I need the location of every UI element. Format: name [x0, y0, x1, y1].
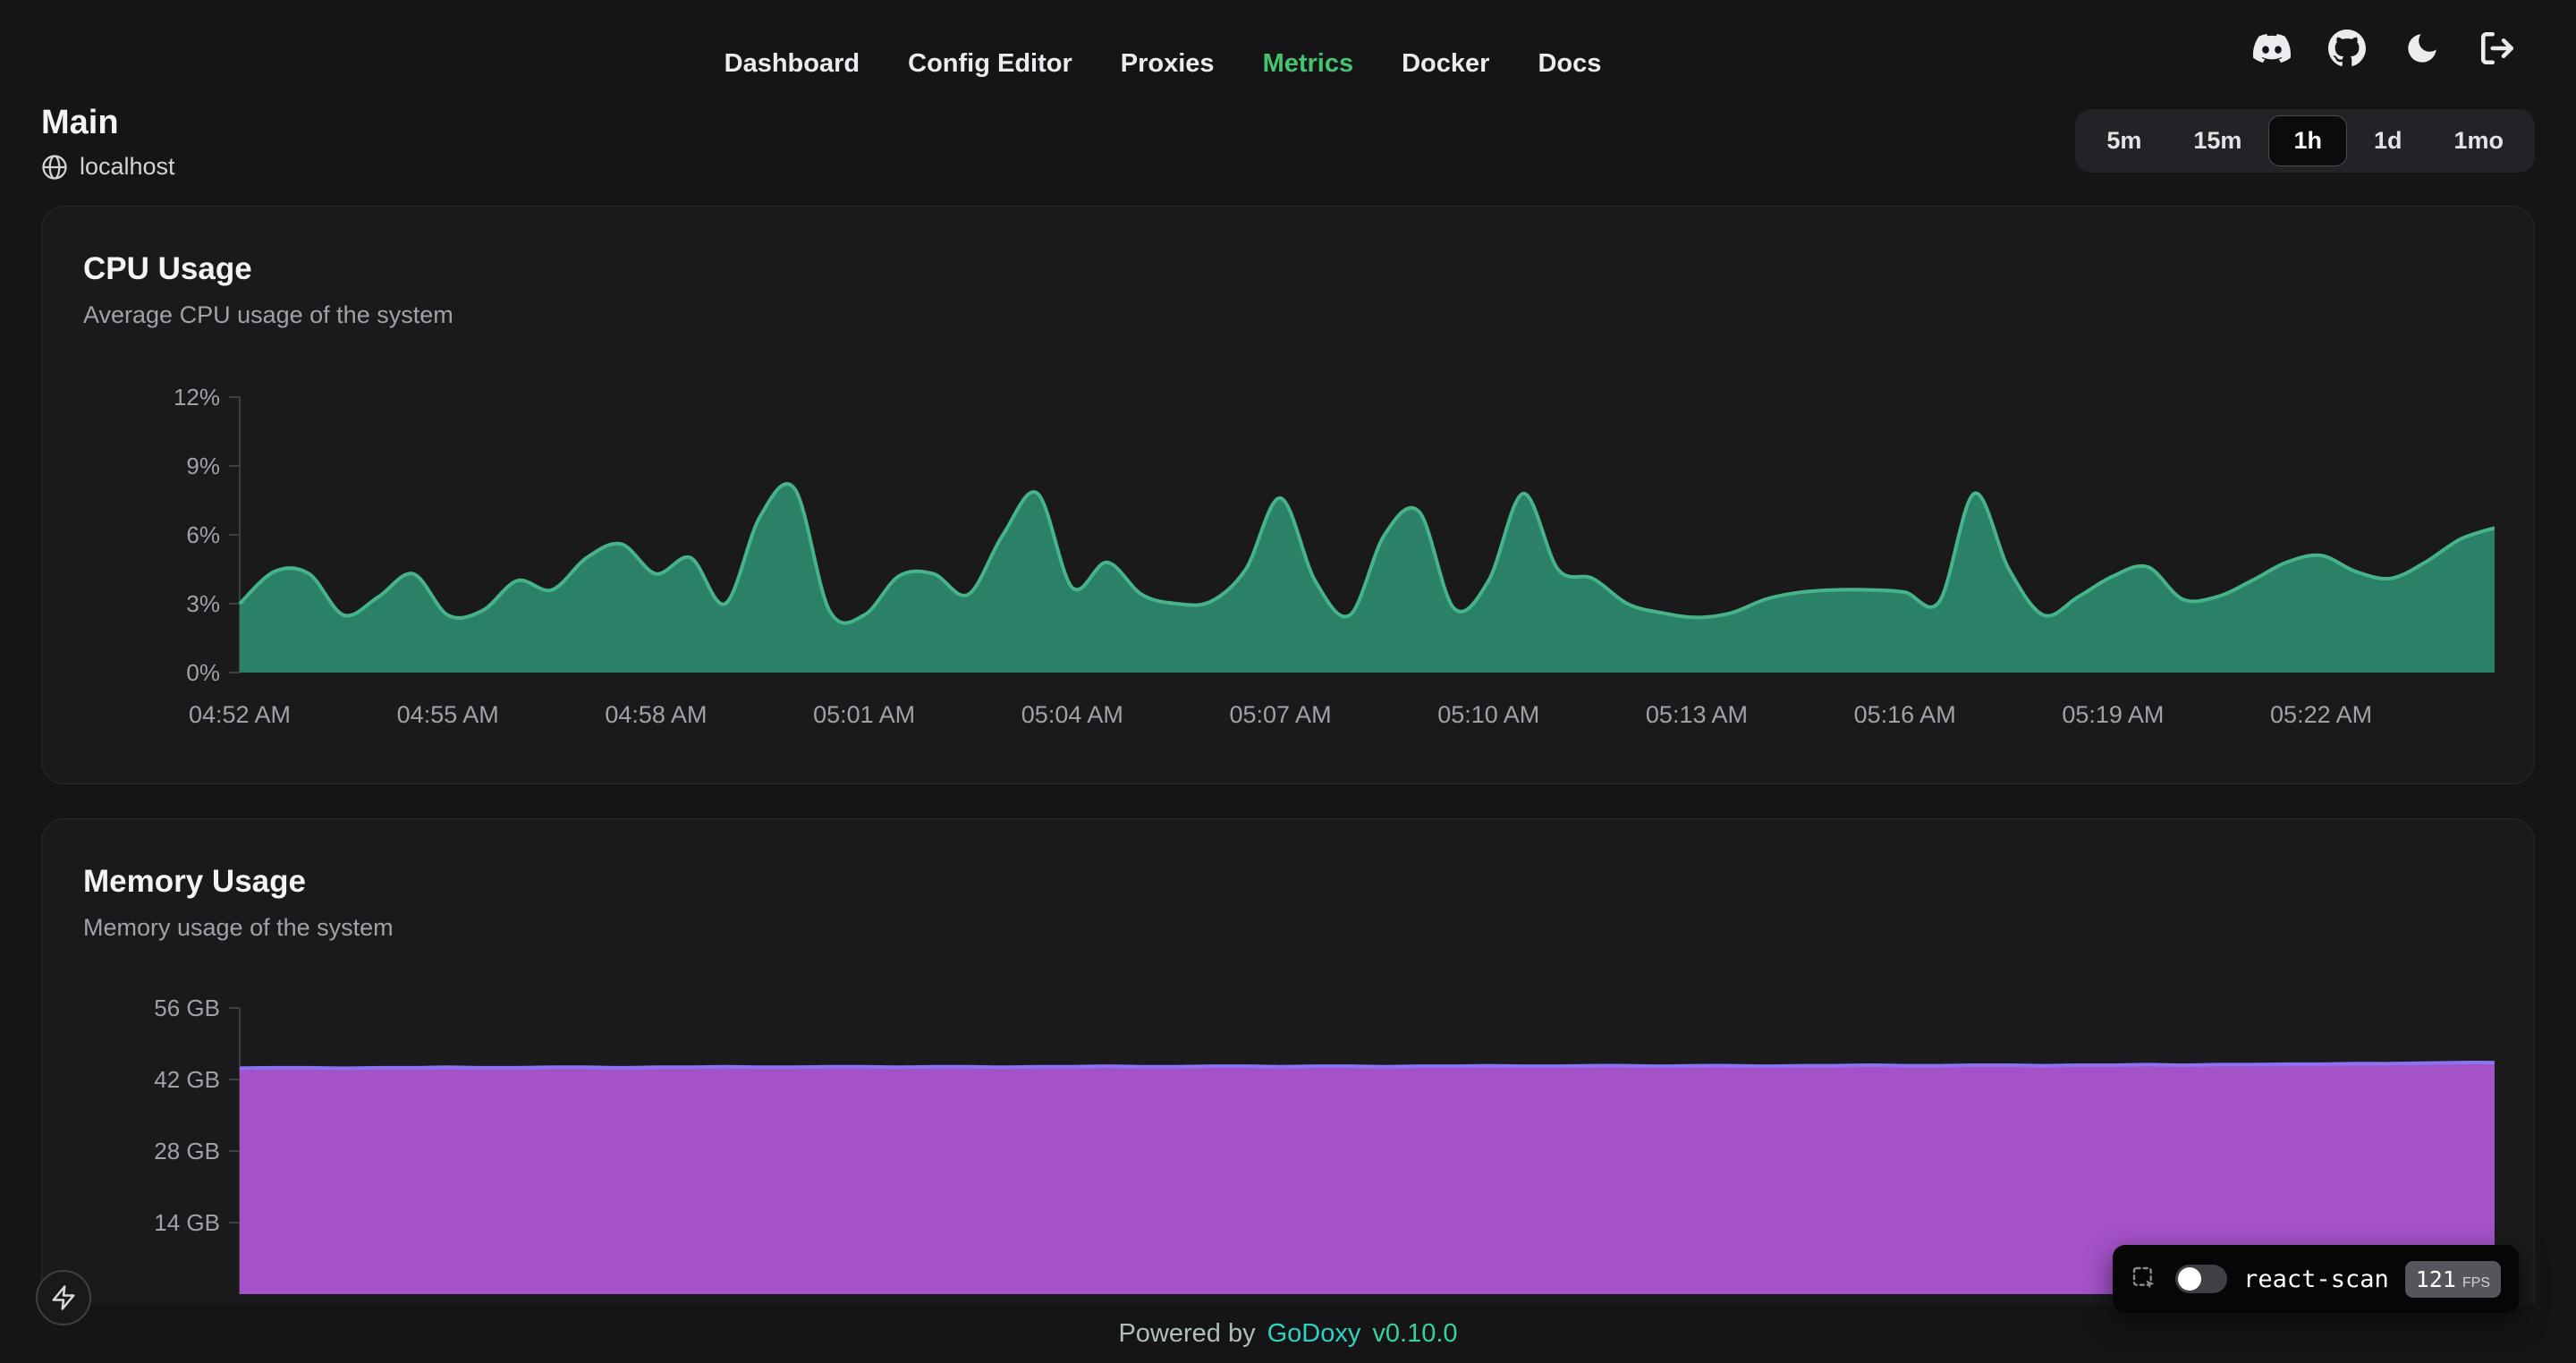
time-range-1d[interactable]: 1d — [2349, 115, 2428, 166]
nav-links: Dashboard Config Editor Proxies Metrics … — [724, 49, 1602, 79]
svg-text:14 GB: 14 GB — [154, 1209, 220, 1236]
memory-card-title: Memory Usage — [83, 864, 2493, 900]
logout-icon[interactable] — [2478, 29, 2517, 68]
discord-icon[interactable] — [2252, 29, 2292, 68]
svg-text:04:52 AM: 04:52 AM — [189, 701, 291, 728]
svg-text:05:07 AM: 05:07 AM — [1229, 701, 1331, 728]
page-header: Main localhost 5m 15m 1h 1d 1mo — [0, 93, 2576, 181]
svg-text:05:13 AM: 05:13 AM — [1646, 701, 1748, 728]
cpu-usage-card: CPU Usage Average CPU usage of the syste… — [41, 206, 2535, 784]
page-title: Main — [41, 104, 175, 142]
react-scan-label: react-scan — [2243, 1266, 2389, 1293]
powered-by-label: Powered by — [1118, 1319, 1255, 1349]
fps-badge: 121 FPS — [2405, 1261, 2501, 1298]
svg-text:05:22 AM: 05:22 AM — [2270, 701, 2372, 728]
nav-item-dashboard[interactable]: Dashboard — [724, 49, 860, 79]
react-scan-toggle[interactable] — [2175, 1265, 2227, 1293]
hostname-label: localhost — [80, 153, 175, 181]
svg-text:0%: 0% — [186, 659, 220, 686]
nav-item-config-editor[interactable]: Config Editor — [908, 49, 1072, 79]
react-scan-widget: react-scan 121 FPS — [2113, 1245, 2519, 1313]
cpu-card-subtitle: Average CPU usage of the system — [83, 301, 2493, 329]
svg-text:42 GB: 42 GB — [154, 1066, 220, 1093]
svg-text:12%: 12% — [174, 384, 220, 411]
svg-text:05:10 AM: 05:10 AM — [1437, 701, 1539, 728]
host-row: localhost — [41, 153, 175, 181]
inspect-icon[interactable] — [2131, 1265, 2159, 1293]
memory-card-subtitle: Memory usage of the system — [83, 914, 2493, 942]
svg-text:56 GB: 56 GB — [154, 995, 220, 1021]
nav-item-proxies[interactable]: Proxies — [1121, 49, 1215, 79]
svg-text:04:58 AM: 04:58 AM — [605, 701, 707, 728]
zap-icon — [50, 1284, 77, 1311]
fps-value: 121 — [2416, 1266, 2456, 1292]
svg-text:6%: 6% — [186, 521, 220, 548]
theme-toggle-moon-icon[interactable] — [2402, 29, 2442, 68]
version-label: v0.10.0 — [1372, 1319, 1457, 1349]
svg-text:05:16 AM: 05:16 AM — [1854, 701, 1956, 728]
cpu-usage-chart: 0% 3% 6% 9% 12% 04:52 AM 04:55 AM 04:58 AM 05:01… — [83, 377, 2495, 744]
time-range-selector: 5m 15m 1h 1d 1mo — [2075, 109, 2535, 173]
svg-text:04:55 AM: 04:55 AM — [397, 701, 499, 728]
main-content: CPU Usage Average CPU usage of the syste… — [0, 181, 2576, 1363]
nav-icon-group — [2252, 29, 2517, 68]
site-info: Main localhost — [41, 104, 175, 181]
nav-item-docker[interactable]: Docker — [1402, 49, 1489, 79]
time-range-1mo[interactable]: 1mo — [2428, 115, 2529, 166]
godoxy-link[interactable]: GoDoxy — [1267, 1319, 1361, 1349]
quick-actions-button[interactable] — [36, 1270, 91, 1325]
svg-text:9%: 9% — [186, 453, 220, 479]
nav-item-docs[interactable]: Docs — [1538, 49, 1601, 79]
time-range-5m[interactable]: 5m — [2081, 115, 2166, 166]
top-nav: Dashboard Config Editor Proxies Metrics … — [0, 0, 2576, 93]
svg-text:05:19 AM: 05:19 AM — [2062, 701, 2164, 728]
time-range-15m[interactable]: 15m — [2168, 115, 2267, 166]
svg-text:05:01 AM: 05:01 AM — [813, 701, 915, 728]
fps-unit: FPS — [2462, 1275, 2490, 1291]
svg-text:28 GB: 28 GB — [154, 1138, 220, 1164]
nav-item-metrics[interactable]: Metrics — [1263, 49, 1354, 79]
toggle-knob — [2178, 1267, 2201, 1291]
cpu-chart-area: 0% 3% 6% 9% 12% 04:52 AM 04:55 AM 04:58 AM 05:01… — [83, 377, 2493, 744]
svg-text:3%: 3% — [186, 590, 220, 617]
github-icon[interactable] — [2327, 29, 2367, 68]
cpu-card-title: CPU Usage — [83, 251, 2493, 287]
svg-text:05:04 AM: 05:04 AM — [1021, 701, 1123, 728]
globe-icon — [41, 154, 68, 181]
time-range-1h[interactable]: 1h — [2268, 115, 2347, 166]
